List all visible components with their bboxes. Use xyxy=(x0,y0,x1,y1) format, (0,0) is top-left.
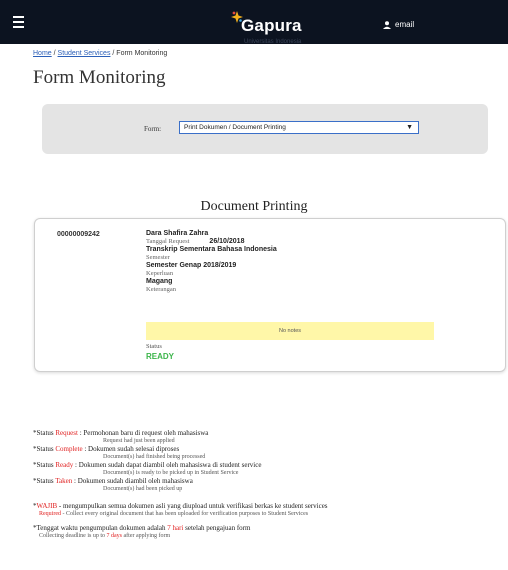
brand-name: Gapura xyxy=(241,16,302,35)
legend-prefix: *Status xyxy=(33,461,56,469)
legend-taken: *Status Taken : Dokumen sudah diambil ol… xyxy=(33,477,503,486)
legend-ready: *Status Ready : Dokumen sudah dapat diam… xyxy=(33,461,503,470)
request-date: 26/10/2018 xyxy=(209,238,245,245)
form-type-selected-value: Print Dokumen / Document Printing xyxy=(184,124,286,131)
top-navbar: Gapura Universitas Indonesia email xyxy=(0,0,508,45)
purpose-value: Magang xyxy=(146,278,173,285)
legend-deadline-days: 7 days xyxy=(106,532,123,539)
legend-text: after applying form xyxy=(122,532,171,539)
purpose-label: Keperluan xyxy=(146,270,174,277)
breadcrumb-home-link[interactable]: Home xyxy=(33,50,52,57)
legend-request: *Status Request : Permohonan baru di req… xyxy=(33,429,503,438)
semester-label: Semester xyxy=(146,254,170,261)
legend-text: - Collect every original document that h… xyxy=(61,510,309,517)
breadcrumb-student-services-link[interactable]: Student Services xyxy=(58,50,111,57)
dropdown-arrow-icon: ▼ xyxy=(406,124,413,131)
status-label: Status xyxy=(146,343,162,350)
breadcrumb: Home / Student Services / Form Monitorin… xyxy=(33,50,167,57)
status-badge: READY xyxy=(146,352,175,361)
student-name: Dara Shafira Zahra xyxy=(146,230,209,237)
legend-status-word: Request xyxy=(55,429,78,437)
legend-text: : Permohonan baru di request oleh mahasi… xyxy=(77,429,209,437)
page-title: Form Monitoring xyxy=(33,67,166,88)
legend-status-word: Taken xyxy=(55,477,73,485)
hamburger-menu-icon[interactable] xyxy=(13,16,24,31)
legend-deadline: *Tenggat waktu pengumpulan dokumen adala… xyxy=(33,524,503,533)
legend-text: Collecting deadline is up to xyxy=(39,532,107,539)
breadcrumb-current: Form Monitoring xyxy=(116,50,168,57)
legend-required: Required - Collect every original docume… xyxy=(33,511,503,519)
legend-status-word: Complete xyxy=(55,445,83,453)
legend-text: : Dokumen sudah selesai diproses xyxy=(82,445,180,453)
form-filter-panel: Form: Print Dokumen / Document Printing … xyxy=(42,104,488,154)
legend-wajib-word: WAJIB xyxy=(36,502,58,510)
user-menu[interactable]: email xyxy=(383,20,414,29)
legend-prefix: *Status xyxy=(33,477,56,485)
semester-value: Semester Genap 2018/2019 xyxy=(146,262,237,269)
user-label: email xyxy=(395,20,415,29)
section-title: Document Printing xyxy=(200,199,308,214)
request-id: 00000009242 xyxy=(57,231,100,238)
legend-text: - mengumpulkan semua dokumen asli yang d… xyxy=(57,502,328,510)
user-icon xyxy=(383,21,391,29)
notes-box: No notes xyxy=(146,322,434,340)
brand-tagline: Universitas Indonesia xyxy=(244,39,302,45)
legend-text: : Dokumen sudah diambil oleh mahasiswa xyxy=(72,477,193,485)
legend-complete: *Status Complete : Dokumen sudah selesai… xyxy=(33,445,503,454)
document-name: Transkrip Sementara Bahasa Indonesia xyxy=(146,246,277,253)
status-legend: *Status Request : Permohonan baru di req… xyxy=(33,429,503,540)
legend-deadline-days: 7 hari xyxy=(167,524,184,532)
request-details: Dara Shafira Zahra Tanggal Request 26/10/… xyxy=(146,230,446,294)
legend-wajib: *WAJIB - mengumpulkan semua dokumen asli… xyxy=(33,502,503,511)
legend-taken-en: Document(s) had been picked up xyxy=(103,485,183,492)
legend-complete-en: Document(s) had finished being processed xyxy=(103,453,206,460)
legend-required-word: Required xyxy=(39,510,61,517)
form-type-select[interactable]: Print Dokumen / Document Printing ▼ xyxy=(179,121,419,134)
legend-ready-en: Document(s) is ready to be picked up in … xyxy=(103,469,239,476)
form-filter-label: Form: xyxy=(144,125,162,133)
request-card: 00000009242 Dara Shafira Zahra Tanggal R… xyxy=(34,218,506,372)
legend-text: : Dokumen sudah dapat diambil oleh mahas… xyxy=(73,461,262,469)
legend-prefix: *Status xyxy=(33,429,56,437)
notes-label: Keterangan xyxy=(146,286,176,293)
request-date-label: Tanggal Request xyxy=(146,238,190,245)
legend-text: *Tenggat waktu pengumpulan dokumen adala… xyxy=(33,524,168,532)
legend-prefix: *Status xyxy=(33,445,56,453)
legend-status-word: Ready xyxy=(55,461,74,469)
legend-request-en: Request had just been applied xyxy=(103,437,175,444)
legend-text: setelah pengajuan form xyxy=(183,524,251,532)
legend-deadline-en: Collecting deadline is up to 7 days afte… xyxy=(33,533,503,541)
